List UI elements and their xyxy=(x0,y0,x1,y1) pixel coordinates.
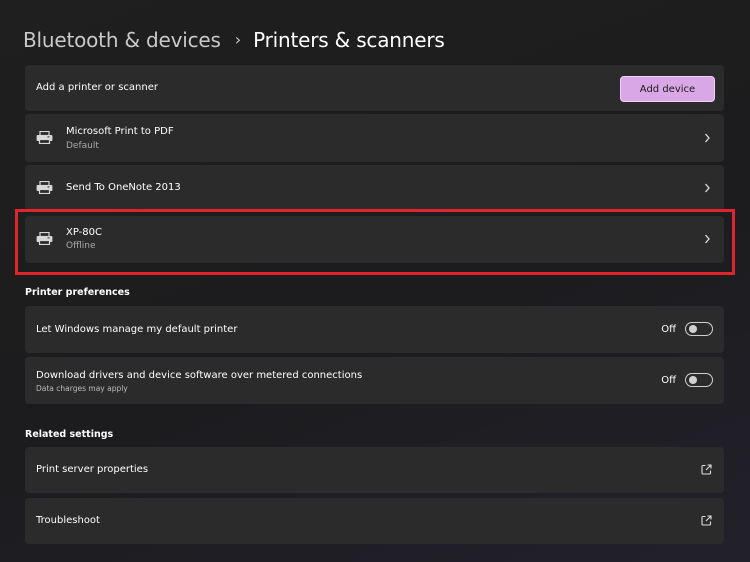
add-printer-card: Add a printer or scanner Add device xyxy=(25,65,724,111)
section-header-related-settings: Related settings xyxy=(25,429,114,440)
toggle-state-label: Off xyxy=(661,324,676,335)
breadcrumb-parent-link[interactable]: Bluetooth & devices xyxy=(23,28,221,52)
setting-download-drivers-metered: Download drivers and device software ove… xyxy=(25,357,724,404)
chevron-right-icon xyxy=(705,133,710,143)
add-device-button[interactable]: Add device xyxy=(620,76,715,102)
download-drivers-metered-toggle[interactable] xyxy=(685,373,713,387)
printer-icon xyxy=(36,131,53,144)
related-troubleshoot[interactable]: Troubleshoot xyxy=(25,498,724,544)
printer-name: Send To OneNote 2013 xyxy=(66,182,181,193)
printer-item-send-to-onenote[interactable]: Send To OneNote 2013 xyxy=(25,165,724,211)
setting-manage-default-printer: Let Windows manage my default printer Of… xyxy=(25,306,724,353)
highlight-box xyxy=(15,209,735,275)
chevron-right-icon: › xyxy=(234,29,242,49)
printer-status: Default xyxy=(66,141,99,151)
setting-label: Download drivers and device software ove… xyxy=(36,370,363,381)
printer-item-microsoft-print-to-pdf[interactable]: Microsoft Print to PDF Default xyxy=(25,114,724,162)
add-printer-label: Add a printer or scanner xyxy=(36,82,158,93)
toggle-knob xyxy=(689,325,697,333)
section-header-printer-preferences: Printer preferences xyxy=(25,287,130,298)
toggle-state-label: Off xyxy=(661,375,676,386)
printer-icon xyxy=(36,181,53,194)
related-setting-label: Troubleshoot xyxy=(36,515,100,526)
printer-name: Microsoft Print to PDF xyxy=(66,126,174,137)
related-print-server-properties[interactable]: Print server properties xyxy=(25,447,724,493)
page-title: Printers & scanners xyxy=(253,28,445,52)
related-setting-label: Print server properties xyxy=(36,464,149,475)
setting-sublabel: Data charges may apply xyxy=(36,384,128,393)
manage-default-printer-toggle[interactable] xyxy=(685,322,713,336)
toggle-knob xyxy=(689,376,697,384)
breadcrumb: Bluetooth & devices › Printers & scanner… xyxy=(23,26,445,54)
setting-label: Let Windows manage my default printer xyxy=(36,324,238,335)
external-link-icon xyxy=(701,464,712,475)
external-link-icon xyxy=(701,515,712,526)
chevron-right-icon xyxy=(705,183,710,193)
